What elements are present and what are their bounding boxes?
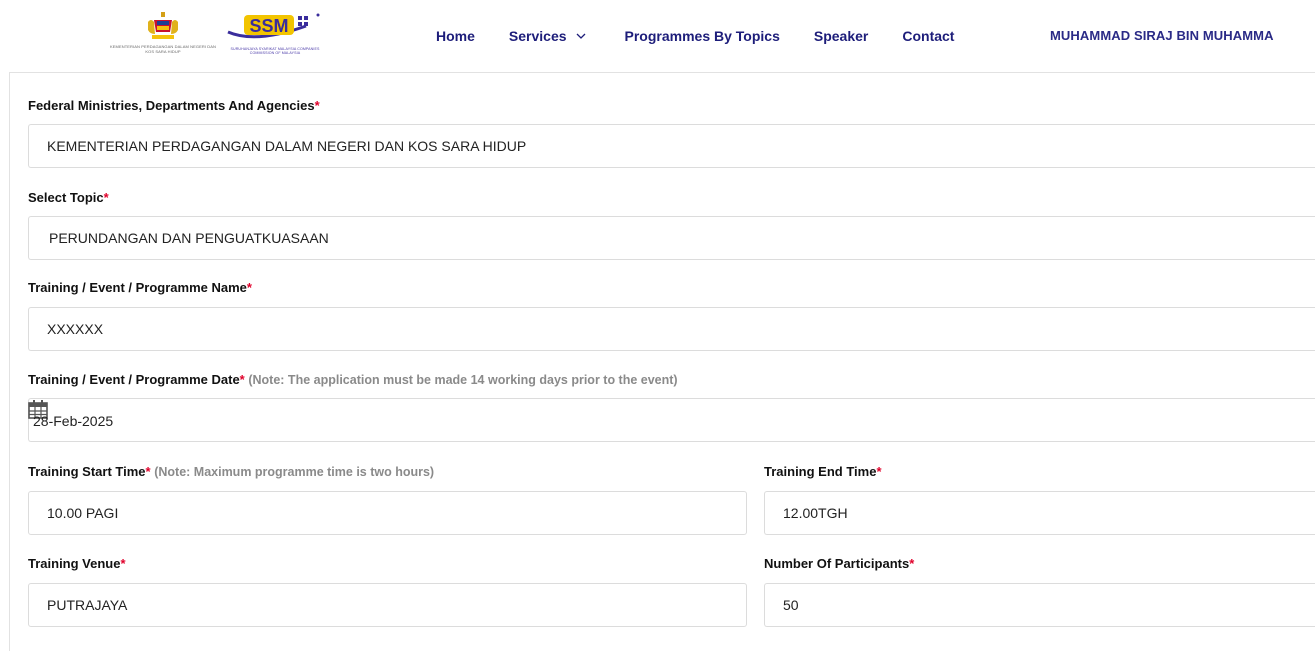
venue-label: Training Venue*: [28, 556, 126, 571]
required-marker: *: [246, 280, 252, 295]
nav-contact[interactable]: Contact: [902, 28, 954, 44]
programme-name-label-text: Training / Event / Programme Name: [28, 280, 247, 295]
topic-label-text: Select Topic: [28, 190, 104, 205]
participants-label-text: Number Of Participants: [764, 556, 910, 571]
participants-input[interactable]: 50: [764, 583, 1315, 627]
nav-services[interactable]: Services: [509, 28, 587, 44]
start-time-label: Training Start Time* (Note: Maximum prog…: [28, 464, 434, 479]
page: KEMENTERIAN PERDAGANGAN DALAM NEGERI DAN…: [0, 0, 1315, 651]
ministry-logo[interactable]: KEMENTERIAN PERDAGANGAN DALAM NEGERI DAN…: [108, 10, 218, 62]
end-time-label-text: Training End Time: [764, 464, 877, 479]
programme-date-label: Training / Event / Programme Date* (Note…: [28, 372, 678, 387]
ministry-label-text: Federal Ministries, Departments And Agen…: [28, 98, 315, 113]
required-marker: *: [103, 190, 109, 205]
nav-home[interactable]: Home: [436, 28, 475, 44]
end-time-input[interactable]: 12.00TGH: [764, 491, 1315, 535]
required-marker: *: [314, 98, 320, 113]
start-time-note: (Note: Maximum programme time is two hou…: [154, 465, 435, 479]
ssm-logo-caption: SURUHANJAYA SYARIKAT MALAYSIA COMPANIES …: [230, 47, 320, 55]
ssm-logo[interactable]: SSM SURUHANJAYA SYARIKAT MALAYSIA COMPAN…: [226, 12, 324, 60]
site-header: KEMENTERIAN PERDAGANGAN DALAM NEGERI DAN…: [0, 0, 1315, 72]
participants-label: Number Of Participants*: [764, 556, 914, 571]
start-time-label-text: Training Start Time: [28, 464, 146, 479]
ministry-label: Federal Ministries, Departments And Agen…: [28, 98, 320, 113]
nav-services-label: Services: [508, 28, 567, 44]
main-nav: Home Services Programmes By Topics Speak…: [436, 26, 988, 46]
required-marker: *: [876, 464, 882, 479]
venue-input[interactable]: PUTRAJAYA: [28, 583, 747, 627]
application-form: Federal Ministries, Departments And Agen…: [9, 72, 1315, 651]
chevron-down-icon: [576, 33, 585, 39]
ssm-logo-text: SSM: [249, 16, 288, 36]
topic-select[interactable]: PERUNDANGAN DAN PENGUATKUASAAN: [28, 216, 1315, 260]
programme-date-input[interactable]: 28-Feb-2025: [28, 398, 1315, 442]
malaysia-crest-icon: [148, 12, 178, 39]
programme-date-value: 28-Feb-2025: [33, 413, 114, 429]
user-name-menu[interactable]: MUHAMMAD SIRAJ BIN MUHAMMA: [1050, 28, 1315, 43]
end-time-label: Training End Time*: [764, 464, 882, 479]
programme-date-label-text: Training / Event / Programme Date: [28, 372, 240, 387]
start-time-input[interactable]: 10.00 PAGI: [28, 491, 747, 535]
ministry-logo-caption: KEMENTERIAN PERDAGANGAN DALAM NEGERI DAN…: [109, 44, 217, 54]
programme-date-note: (Note: The application must be made 14 w…: [248, 373, 678, 387]
venue-label-text: Training Venue: [28, 556, 121, 571]
programme-name-input[interactable]: XXXXXX: [28, 307, 1315, 351]
nav-programmes-by-topics[interactable]: Programmes By Topics: [625, 28, 780, 44]
ministry-select[interactable]: KEMENTERIAN PERDAGANGAN DALAM NEGERI DAN…: [28, 124, 1315, 168]
required-marker: *: [239, 372, 245, 387]
required-marker: *: [909, 556, 915, 571]
programme-name-label: Training / Event / Programme Name*: [28, 280, 252, 295]
topic-label: Select Topic*: [28, 190, 109, 205]
required-marker: *: [120, 556, 126, 571]
required-marker: *: [145, 464, 151, 479]
nav-speaker[interactable]: Speaker: [814, 28, 868, 44]
ssm-logo-mark: SSM: [227, 13, 320, 39]
